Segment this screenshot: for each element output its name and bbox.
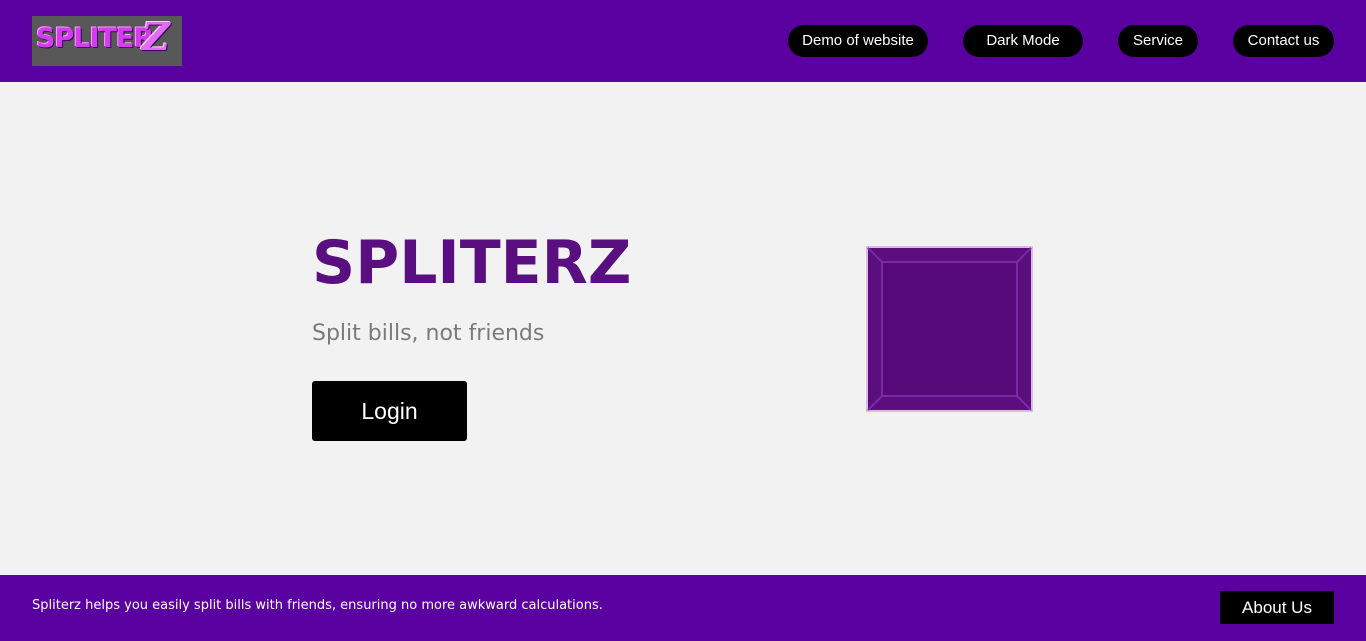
cube-icon: [866, 246, 1033, 412]
top-navbar: SPLITER Z Demo of website Dark Mode Serv…: [0, 0, 1366, 82]
site-logo[interactable]: SPLITER Z: [32, 16, 182, 66]
nav-demo-button[interactable]: Demo of website: [788, 25, 928, 57]
hero-title: SPLITERZ: [312, 228, 632, 298]
login-button[interactable]: Login: [312, 381, 467, 441]
footer-description: Spliterz helps you easily split bills wi…: [32, 598, 603, 613]
nav-service-button[interactable]: Service: [1118, 25, 1198, 57]
logo-z-letter: Z: [142, 16, 170, 59]
nav-contact-button[interactable]: Contact us: [1233, 25, 1334, 57]
about-us-button[interactable]: About Us: [1220, 591, 1334, 624]
purple-cube-graphic: [866, 246, 1033, 412]
footer: Spliterz helps you easily split bills wi…: [0, 575, 1366, 641]
logo-text: SPLITER: [36, 23, 154, 54]
nav-dark-mode-button[interactable]: Dark Mode: [963, 25, 1083, 57]
hero-subtitle: Split bills, not friends: [312, 321, 545, 346]
